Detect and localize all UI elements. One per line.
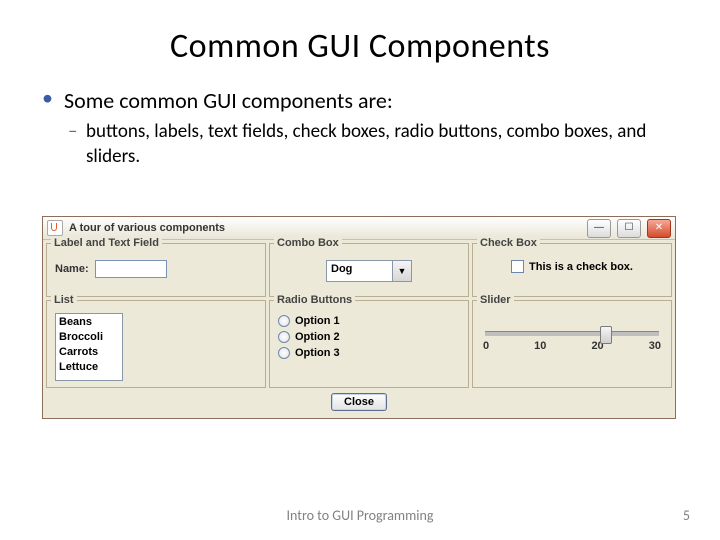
list-item[interactable]: Carrots [59, 345, 119, 360]
checkbox-input[interactable] [511, 260, 524, 273]
panel-title: Combo Box [274, 237, 342, 249]
footer-text: Intro to GUI Programming [0, 507, 720, 524]
combo-box[interactable]: Dog ▼ [326, 260, 412, 282]
radio-input[interactable] [278, 331, 290, 343]
label-textfield-panel: Label and Text Field Name: [46, 243, 266, 297]
radio-label: Option 1 [295, 315, 340, 327]
list-box[interactable]: Beans Broccoli Carrots Lettuce [55, 313, 123, 381]
radio-input[interactable] [278, 315, 290, 327]
radio-input[interactable] [278, 347, 290, 359]
list-item[interactable]: Broccoli [59, 330, 119, 345]
java-icon [47, 220, 63, 236]
slider-track[interactable] [485, 331, 659, 336]
bullet-level-1: Some common GUI components are: [42, 87, 678, 114]
panel-title: List [51, 294, 77, 306]
slider-panel: Slider 0 10 20 30 [472, 300, 672, 388]
name-label: Name: [55, 263, 89, 275]
slider-tick: 0 [483, 340, 489, 352]
chevron-down-icon: ▼ [392, 261, 411, 281]
panel-title: Radio Buttons [274, 294, 355, 306]
panel-title: Slider [477, 294, 514, 306]
demo-window: A tour of various components — ☐ ✕ Label… [42, 216, 676, 419]
name-input[interactable] [95, 260, 167, 278]
combobox-panel: Combo Box Dog ▼ [269, 243, 469, 297]
window-close-button[interactable]: ✕ [647, 219, 671, 238]
radiobuttons-panel: Radio Buttons Option 1 Option 2 Option 3 [269, 300, 469, 388]
maximize-button[interactable]: ☐ [617, 219, 641, 238]
panel-title: Label and Text Field [51, 237, 162, 249]
list-item[interactable]: Beans [59, 315, 119, 330]
panel-title: Check Box [477, 237, 540, 249]
minimize-button[interactable]: — [587, 219, 611, 238]
radio-label: Option 3 [295, 347, 340, 359]
window-title: A tour of various components [69, 222, 581, 234]
list-item[interactable]: Lettuce [59, 360, 119, 375]
checkbox-panel: Check Box This is a check box. [472, 243, 672, 297]
slider-tick: 10 [534, 340, 546, 352]
list-panel: List Beans Broccoli Carrots Lettuce [46, 300, 266, 388]
slide-title: Common GUI Components [0, 0, 720, 67]
page-number: 5 [683, 507, 690, 524]
checkbox-label: This is a check box. [529, 261, 633, 273]
close-button[interactable]: Close [331, 393, 387, 411]
slider-thumb[interactable] [600, 326, 612, 344]
combo-value: Dog [327, 261, 392, 281]
slider-tick: 30 [649, 340, 661, 352]
bullet-level-2: buttons, labels, text fields, check boxe… [68, 120, 678, 169]
radio-label: Option 2 [295, 331, 340, 343]
